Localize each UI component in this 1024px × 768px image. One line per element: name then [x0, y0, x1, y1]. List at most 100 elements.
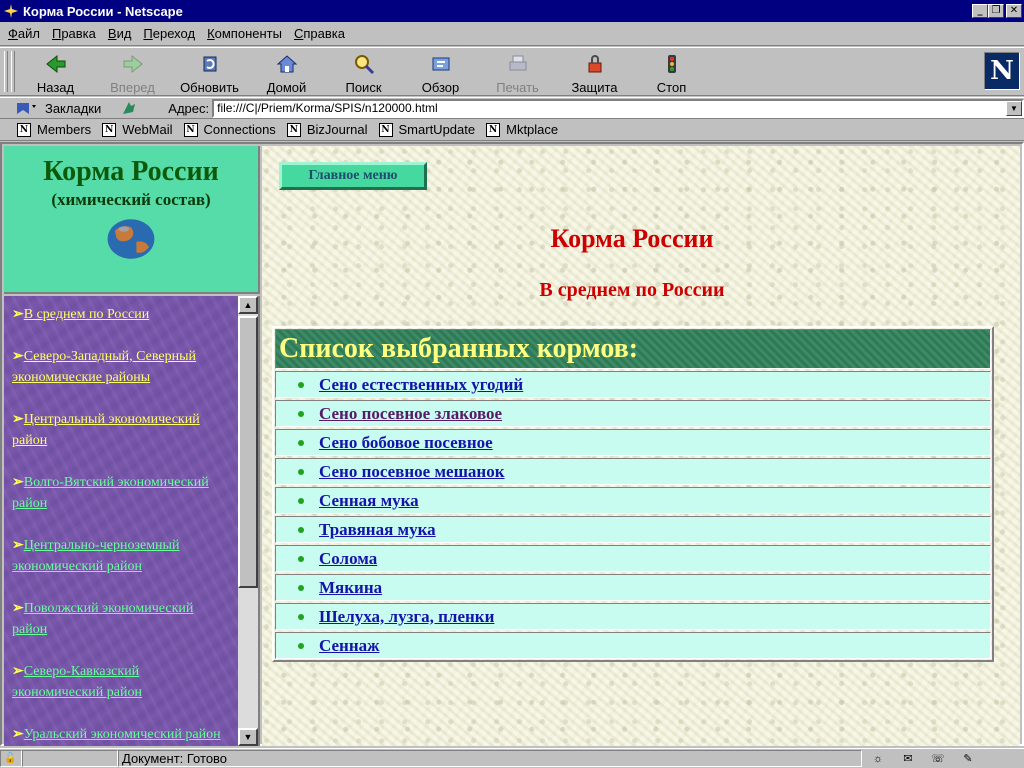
feed-link[interactable]: Мякина [319, 578, 382, 598]
address-input[interactable]: file:///C|/Priem/Korma/SPIS/n120000.html… [212, 98, 1024, 118]
menu-components[interactable]: Компоненты [201, 26, 288, 41]
navigator-component-icon[interactable]: ☼ [868, 752, 888, 766]
nav-link-volga[interactable]: ➢Поволжский экономический район [12, 598, 232, 640]
nav-link-north-caucasus[interactable]: ➢Северо-Кавказский экономический район [12, 661, 232, 703]
netscape-logo[interactable]: N [984, 52, 1020, 90]
bullet-icon [298, 555, 304, 562]
bookmarks-icon [16, 103, 36, 114]
left-header-frame: Корма России (химический состав) [4, 146, 260, 294]
status-text: Документ: Готово [118, 750, 862, 767]
netscape-page-icon: N [486, 122, 501, 137]
scroll-down-button[interactable]: ▼ [238, 728, 258, 746]
menu-bar: Файл Правка Вид Переход Компоненты Справ… [0, 22, 1024, 46]
bullet-icon [298, 642, 304, 649]
scroll-thumb[interactable] [238, 316, 258, 588]
search-icon [354, 55, 374, 75]
menu-edit[interactable]: Правка [46, 26, 102, 41]
status-bar: 🔓 Документ: Готово ☼ ✉ ☏ ✎ [0, 748, 1024, 768]
home-button[interactable]: Домой [248, 48, 325, 95]
bullet-icon [298, 410, 304, 417]
menu-view[interactable]: Вид [102, 26, 138, 41]
close-button[interactable]: ✕ [1006, 4, 1022, 18]
browse-button[interactable]: Обзор [402, 48, 479, 95]
minimize-button[interactable]: _ [972, 4, 988, 18]
netscape-icon [3, 3, 19, 19]
feed-link[interactable]: Сено бобовое посевное [319, 433, 493, 453]
menu-file[interactable]: Файл [2, 26, 46, 41]
security-status-icon[interactable]: 🔓 [0, 750, 22, 767]
personal-link-bizjournal[interactable]: N BizJournal [286, 122, 368, 137]
address-dropdown-button[interactable]: ▼ [1006, 100, 1023, 116]
back-button[interactable]: Назад [17, 48, 94, 95]
feed-row: Шелуха, лузга, пленки [275, 603, 991, 630]
location-toolbar: Закладки Адрес: file:///C|/Priem/Korma/S… [0, 97, 1024, 119]
bullet-icon [298, 468, 304, 475]
menu-help[interactable]: Справка [288, 26, 351, 41]
reload-icon [203, 56, 216, 72]
nav-link-central[interactable]: ➢Центральный экономический район [12, 409, 232, 451]
netscape-page-icon: N [286, 122, 301, 137]
personal-link-mktplace[interactable]: N Mktplace [486, 122, 558, 137]
feed-link[interactable]: Травяная мука [319, 520, 436, 540]
title-bar: Корма России - Netscape _ ❐ ✕ [0, 0, 1024, 22]
forward-button[interactable]: Вперед [94, 48, 171, 95]
toolbar-grip[interactable] [11, 51, 15, 92]
nav-link-russia-average[interactable]: ➢В среднем по России [12, 304, 232, 325]
print-button[interactable]: Печать [479, 48, 556, 95]
forward-arrow-icon [123, 54, 143, 74]
feed-link[interactable]: Сеннаж [319, 636, 379, 656]
feed-row: Сено бобовое посевное [275, 429, 991, 456]
page-subtitle: В среднем по России [539, 279, 725, 301]
menu-go[interactable]: Переход [137, 26, 201, 41]
feed-link[interactable]: Сено посевное мешанок [319, 462, 505, 482]
reload-button[interactable]: Обновить [171, 48, 248, 95]
lock-icon [588, 55, 601, 73]
nav-scrollbar[interactable]: ▲ ▼ [238, 296, 258, 746]
bullet-icon [298, 526, 304, 533]
personal-link-webmail[interactable]: N WebMail [102, 122, 173, 137]
feed-row: Травяная мука [275, 516, 991, 543]
netscape-page-icon: N [183, 122, 198, 137]
composer-component-icon[interactable]: ✎ [958, 752, 978, 766]
personal-toolbar: N Members N WebMail N Connections N BizJourn… [0, 119, 1024, 141]
main-menu-button[interactable]: Главное меню [279, 162, 427, 190]
netscape-page-icon: N [17, 122, 31, 137]
feed-link[interactable]: Сено естественных угодий [319, 375, 523, 395]
region-nav-list: ➢В среднем по России ➢Северо-Западный, С… [12, 304, 232, 746]
bullet-icon [298, 613, 304, 620]
feed-link[interactable]: Шелуха, лузга, пленки [319, 607, 494, 627]
nav-link-ural[interactable]: ➢Уральский экономический район [12, 724, 232, 745]
stop-button[interactable]: Стоп [633, 48, 710, 95]
feed-row: Мякина [275, 574, 991, 601]
page-proxy-icon[interactable] [119, 100, 141, 116]
nav-link-volgo-vyatsky[interactable]: ➢Волго-Вятский экономический район [12, 472, 232, 514]
main-frame: Главное меню Корма России В среднем по Р… [262, 146, 1020, 746]
toolbar-grip[interactable] [4, 51, 8, 92]
personal-link-connections[interactable]: N Connections [183, 122, 276, 137]
security-button[interactable]: Защита [556, 48, 633, 95]
personal-link-smartupdate[interactable]: N SmartUpdate [378, 122, 475, 137]
feed-link[interactable]: Сено посевное злаковое [319, 404, 502, 424]
feed-row: Солома [275, 545, 991, 572]
nav-link-northwest[interactable]: ➢Северо-Западный, Северный экономические… [12, 346, 232, 388]
stop-icon [667, 55, 676, 73]
feed-link[interactable]: Солома [319, 549, 377, 569]
page-content: Корма России (химический состав) ➢В сред… [0, 142, 1024, 746]
globe-icon [107, 219, 155, 259]
region-nav-frame: ➢В среднем по России ➢Северо-Западный, С… [4, 296, 260, 746]
discussion-component-icon[interactable]: ☏ [928, 752, 948, 766]
address-url: file:///C|/Priem/Korma/SPIS/n120000.html [217, 101, 438, 115]
mail-component-icon[interactable]: ✉ [898, 752, 918, 766]
bullet-icon [298, 439, 304, 446]
personal-link-members[interactable]: N Members [17, 122, 91, 137]
scroll-up-button[interactable]: ▲ [238, 296, 258, 314]
search-button[interactable]: Поиск [325, 48, 402, 95]
home-icon [276, 55, 297, 73]
feed-link[interactable]: Сенная мука [319, 491, 419, 511]
page-title: Корма России [550, 224, 714, 253]
restore-button[interactable]: ❐ [988, 4, 1004, 18]
site-subtitle: (химический состав) [51, 190, 211, 209]
nav-link-central-chernozem[interactable]: ➢Центрально-черноземный экономический ра… [12, 535, 232, 577]
bookmarks-button[interactable]: Закладки [11, 100, 168, 116]
bullet-icon [298, 497, 304, 504]
